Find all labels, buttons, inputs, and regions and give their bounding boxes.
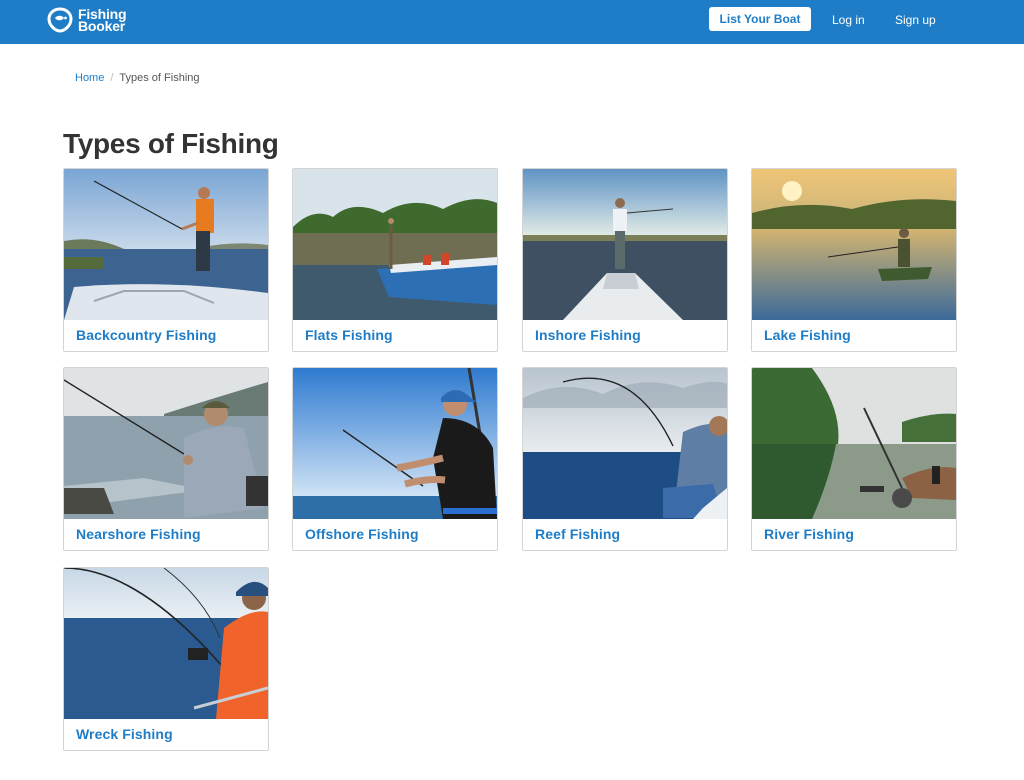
card-label: River Fishing	[764, 526, 854, 542]
card-label: Flats Fishing	[305, 327, 393, 343]
nearshore-fishing-image	[64, 368, 268, 519]
card-label: Lake Fishing	[764, 327, 851, 343]
top-navbar: Fishing Booker List Your Boat Log in Sig…	[0, 0, 1024, 44]
card-offshore-fishing[interactable]: Offshore Fishing	[292, 367, 498, 551]
card-label: Nearshore Fishing	[76, 526, 201, 542]
card-label: Reef Fishing	[535, 526, 621, 542]
card-nearshore-fishing[interactable]: Nearshore Fishing	[63, 367, 269, 551]
breadcrumb-separator: /	[110, 72, 114, 84]
river-fishing-image	[752, 368, 956, 519]
breadcrumb-current: Types of Fishing	[119, 72, 200, 84]
breadcrumb: Home / Types of Fishing	[75, 72, 200, 84]
card-lake-fishing[interactable]: Lake Fishing	[751, 168, 957, 352]
fish-hook-logo-icon	[47, 7, 73, 33]
reef-fishing-image	[523, 368, 727, 519]
offshore-fishing-image	[293, 368, 497, 519]
flats-fishing-image	[293, 169, 497, 320]
lake-fishing-image	[752, 169, 956, 320]
card-label: Backcountry Fishing	[76, 327, 217, 343]
fishingbooker-logo[interactable]: Fishing Booker	[47, 5, 127, 35]
card-label: Offshore Fishing	[305, 526, 419, 542]
page-title: Types of Fishing	[63, 128, 279, 159]
logo-text: Fishing Booker	[78, 7, 127, 34]
signup-link[interactable]: Sign up	[895, 13, 936, 27]
card-label: Wreck Fishing	[76, 726, 173, 742]
breadcrumb-home-link[interactable]: Home	[75, 72, 104, 84]
login-link[interactable]: Log in	[832, 13, 865, 27]
card-reef-fishing[interactable]: Reef Fishing	[522, 367, 728, 551]
card-flats-fishing[interactable]: Flats Fishing	[292, 168, 498, 352]
card-label: Inshore Fishing	[535, 327, 641, 343]
logo-line-2: Booker	[78, 18, 126, 34]
card-river-fishing[interactable]: River Fishing	[751, 367, 957, 551]
list-your-boat-button[interactable]: List Your Boat	[709, 7, 811, 31]
backcountry-fishing-image	[64, 169, 268, 320]
card-backcountry-fishing[interactable]: Backcountry Fishing	[63, 168, 269, 352]
wreck-fishing-image	[64, 568, 268, 719]
card-wreck-fishing[interactable]: Wreck Fishing	[63, 567, 269, 751]
inshore-fishing-image	[523, 169, 727, 320]
card-inshore-fishing[interactable]: Inshore Fishing	[522, 168, 728, 352]
